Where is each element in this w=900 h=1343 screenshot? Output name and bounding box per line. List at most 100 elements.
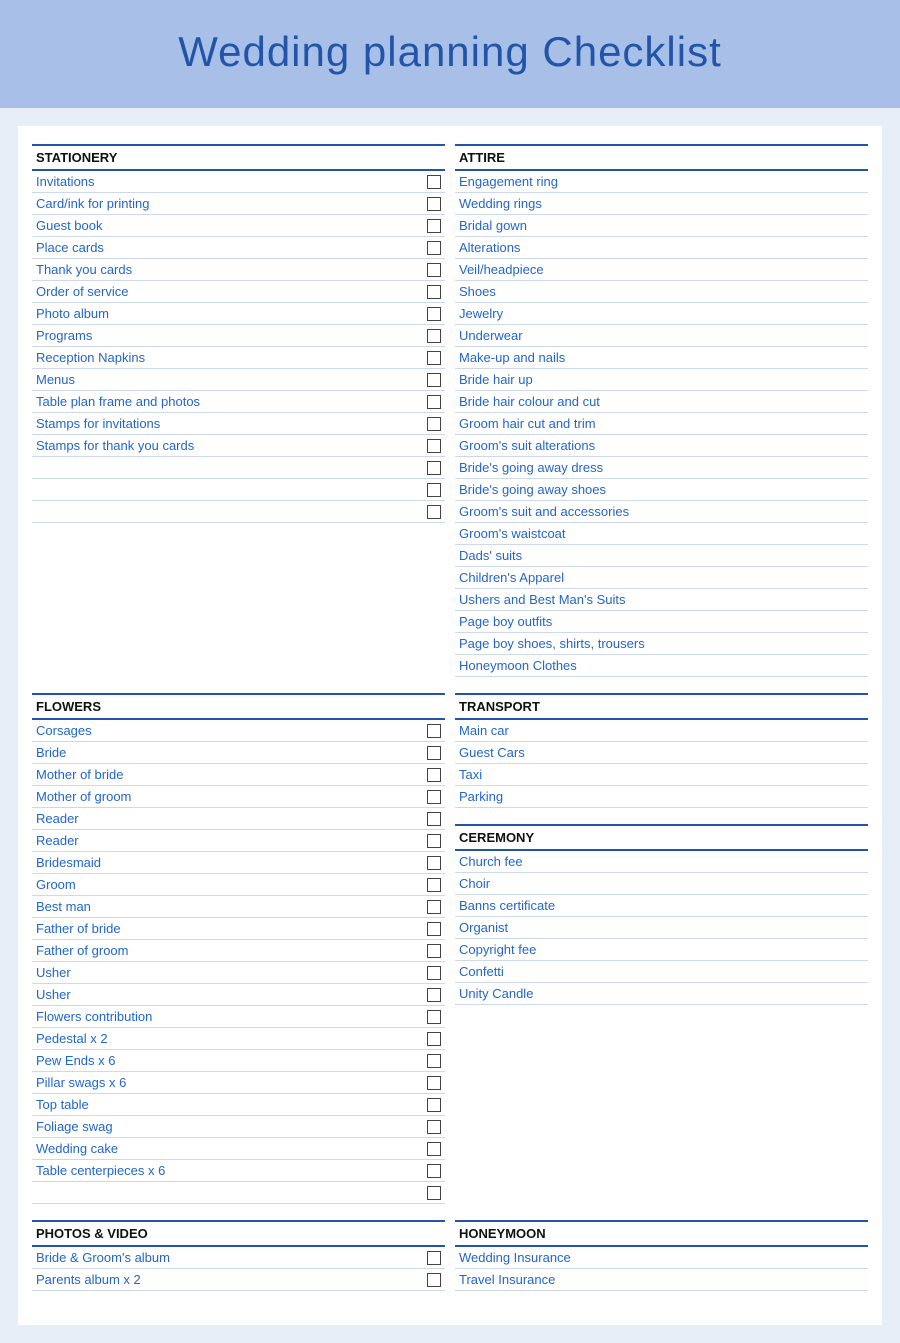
item-label: Order of service [36,284,421,299]
item-label: Church fee [459,854,864,869]
item-label: Travel Insurance [459,1272,864,1287]
item-label: Corsages [36,723,421,738]
item-label: Choir [459,876,864,891]
section-title-attire: ATTIRE [455,144,868,171]
list-item [32,457,445,479]
item-label: Photo album [36,306,421,321]
checkbox[interactable] [427,1010,441,1024]
list-item: Bridal gown [455,215,868,237]
checkbox[interactable] [427,922,441,936]
list-item: Bride hair colour and cut [455,391,868,413]
list-item: Parking [455,786,868,808]
photos-items: Bride & Groom's album Parents album x 2 [32,1247,445,1291]
list-item: Church fee [455,851,868,873]
list-item: Main car [455,720,868,742]
list-item: Bride's going away dress [455,457,868,479]
checkbox[interactable] [427,1076,441,1090]
item-label: Groom hair cut and trim [459,416,864,431]
item-label: Main car [459,723,864,738]
item-label: Banns certificate [459,898,864,913]
list-item: Copyright fee [455,939,868,961]
list-item: Groom [32,874,445,896]
checkbox[interactable] [427,1032,441,1046]
item-label: Guest book [36,218,421,233]
list-item: Dads' suits [455,545,868,567]
checkbox[interactable] [427,395,441,409]
checkbox[interactable] [427,417,441,431]
list-item: Guest Cars [455,742,868,764]
list-item: Bride hair up [455,369,868,391]
item-label: Pew Ends x 6 [36,1053,421,1068]
checkbox[interactable] [427,241,441,255]
checkbox[interactable] [427,812,441,826]
list-item: Pew Ends x 6 [32,1050,445,1072]
checkbox[interactable] [427,1054,441,1068]
list-item: Menus [32,369,445,391]
page-title: Wedding planning Checklist [20,28,880,76]
section-transport: TRANSPORT Main carGuest CarsTaxiParking [455,693,868,808]
item-label: Wedding cake [36,1141,421,1156]
checkbox[interactable] [427,724,441,738]
checkbox[interactable] [427,1186,441,1200]
item-label: Parents album x 2 [36,1272,421,1287]
item-label: Honeymoon Clothes [459,658,864,673]
list-item: Engagement ring [455,171,868,193]
checkbox[interactable] [427,219,441,233]
checkbox[interactable] [427,900,441,914]
item-label: Ushers and Best Man's Suits [459,592,864,607]
item-label: Place cards [36,240,421,255]
list-item: Groom's waistcoat [455,523,868,545]
checkbox[interactable] [427,878,441,892]
item-label: Engagement ring [459,174,864,189]
checkbox[interactable] [427,1164,441,1178]
item-label: Underwear [459,328,864,343]
checkbox[interactable] [427,966,441,980]
item-label: Programs [36,328,421,343]
checkbox[interactable] [427,1273,441,1287]
checkbox[interactable] [427,944,441,958]
list-item: Organist [455,917,868,939]
item-label: Bride hair colour and cut [459,394,864,409]
item-label: Top table [36,1097,421,1112]
checkbox[interactable] [427,197,441,211]
item-label: Reader [36,811,421,826]
checkbox[interactable] [427,483,441,497]
item-label: Page boy shoes, shirts, trousers [459,636,864,651]
item-label: Bride's going away dress [459,460,864,475]
checkbox[interactable] [427,746,441,760]
checkbox[interactable] [427,263,441,277]
checkbox[interactable] [427,1120,441,1134]
checkbox[interactable] [427,505,441,519]
list-item [32,479,445,501]
checkbox[interactable] [427,1251,441,1265]
item-label: Bride & Groom's album [36,1250,421,1265]
list-item: Confetti [455,961,868,983]
list-item: Shoes [455,281,868,303]
checkbox[interactable] [427,1142,441,1156]
list-item: Invitations [32,171,445,193]
checkbox[interactable] [427,329,441,343]
checkbox[interactable] [427,307,441,321]
checkbox[interactable] [427,461,441,475]
section-title-ceremony: CEREMONY [455,824,868,851]
checkbox[interactable] [427,439,441,453]
checkbox[interactable] [427,1098,441,1112]
list-item: Reception Napkins [32,347,445,369]
honeymoon-items: Wedding InsuranceTravel Insurance [455,1247,868,1291]
list-item: Children's Apparel [455,567,868,589]
checkbox[interactable] [427,834,441,848]
section-attire: ATTIRE Engagement ringWedding ringsBrida… [455,144,868,677]
item-label: Mother of groom [36,789,421,804]
item-label: Make-up and nails [459,350,864,365]
checkbox[interactable] [427,373,441,387]
checkbox[interactable] [427,768,441,782]
checkbox[interactable] [427,856,441,870]
checkbox[interactable] [427,790,441,804]
checkbox[interactable] [427,175,441,189]
checkbox[interactable] [427,285,441,299]
list-item: Bride's going away shoes [455,479,868,501]
list-item: Guest book [32,215,445,237]
checkbox[interactable] [427,988,441,1002]
checkbox[interactable] [427,351,441,365]
list-item: Order of service [32,281,445,303]
